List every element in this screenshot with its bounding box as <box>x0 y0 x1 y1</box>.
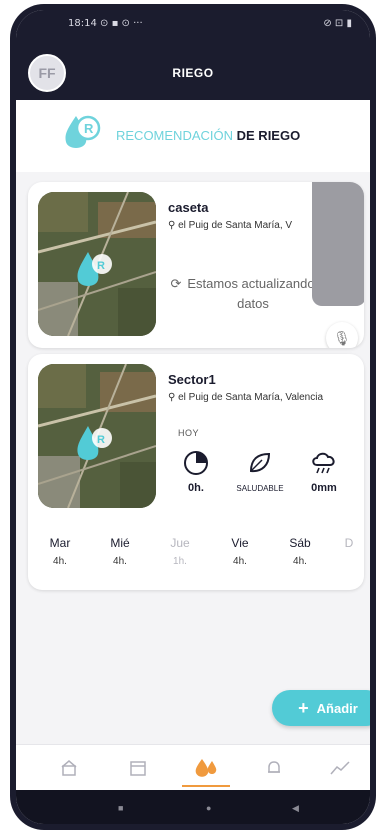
bell-icon <box>268 761 280 773</box>
nav-stats[interactable] <box>322 755 358 781</box>
forecast-day[interactable]: Mar 4h. <box>34 536 86 567</box>
metric-irrigation-time: 0h. <box>166 448 226 494</box>
microphone-icon[interactable]: 🎙 <box>326 322 358 348</box>
forecast-day[interactable]: Mié 4h. <box>94 536 146 567</box>
svg-text:R: R <box>97 260 105 272</box>
plot-location: ⚲ el Puig de Santa María, Valencia <box>168 392 324 403</box>
satellite-map: R <box>38 364 156 508</box>
plot-card[interactable]: R Sector1 ⚲ el Puig de Santa María, Vale… <box>28 354 364 590</box>
system-navigation-bar: ■ ● ◀ <box>16 790 370 824</box>
metric-crop-health: SALUDABLE <box>230 448 290 493</box>
bottom-navigation <box>16 744 370 791</box>
nav-calendar[interactable] <box>120 755 156 781</box>
clock-pie-icon <box>184 451 208 475</box>
location-pin-icon: ⚲ <box>168 392 179 403</box>
calendar-icon <box>130 761 146 776</box>
leaf-icon <box>249 452 271 473</box>
satellite-map: R <box>38 192 156 336</box>
svg-text:R: R <box>84 121 94 136</box>
nav-irrigation[interactable] <box>182 755 230 787</box>
home-circle-icon[interactable]: ● <box>206 803 211 813</box>
forecast-days: Mar 4h. Mié 4h. Jue 1h. Vie 4h. Sáb 4h. D <box>28 530 364 584</box>
rain-cloud-icon <box>312 452 335 474</box>
water-drop-logo-icon: R <box>65 115 101 148</box>
banner-title: RECOMENDACIÓN DE RIEGO <box>116 128 301 143</box>
recent-apps-icon[interactable]: ■ <box>118 803 123 813</box>
chart-icon <box>330 761 350 775</box>
status-bar: 18:14 ⊙ ▪ ⊙ ··· ⊘ ⊡ ▮ <box>16 10 370 36</box>
plot-name: Sector1 <box>168 372 216 387</box>
back-icon[interactable]: ◀ <box>292 803 299 814</box>
phone-frame: 18:14 ⊙ ▪ ⊙ ··· ⊘ ⊡ ▮ FF RIEGO R RECOMEN… <box>10 4 376 830</box>
page-title: RIEGO <box>172 66 214 80</box>
today-label: HOY <box>178 428 200 438</box>
nav-home[interactable] <box>52 755 88 781</box>
app-bar: FF RIEGO <box>16 36 370 100</box>
location-pin-icon: ⚲ <box>168 220 179 231</box>
forecast-day[interactable]: Sáb 4h. <box>274 536 326 567</box>
drops-icon <box>195 759 217 777</box>
home-icon <box>61 760 77 776</box>
status-indicators: ⊘ ⊡ ▮ <box>323 18 352 29</box>
plot-name: caseta <box>168 200 209 215</box>
plus-icon: + <box>298 697 309 718</box>
svg-text:R: R <box>97 434 105 446</box>
plot-location: ⚲ el Puig de Santa María, V <box>168 220 293 231</box>
metric-rainfall: 0mm <box>294 448 354 494</box>
forecast-day[interactable]: Jue 1h. <box>154 536 206 567</box>
app-screen: 18:14 ⊙ ▪ ⊙ ··· ⊘ ⊡ ▮ FF RIEGO R RECOMEN… <box>16 10 370 824</box>
status-time: 18:14 ⊙ ▪ ⊙ ··· <box>68 18 143 29</box>
plot-card[interactable]: R caseta ⚲ el Puig de Santa María, V ⟳ Es… <box>28 182 364 348</box>
forecast-day[interactable]: D <box>334 536 364 556</box>
recommendation-banner: R RECOMENDACIÓN DE RIEGO <box>16 100 370 172</box>
forecast-day[interactable]: Vie 4h. <box>214 536 266 567</box>
nav-notifications[interactable] <box>256 755 292 781</box>
add-button[interactable]: + Añadir <box>272 690 370 726</box>
scroll-handle[interactable] <box>312 182 364 306</box>
refresh-icon: ⟳ <box>170 276 182 291</box>
